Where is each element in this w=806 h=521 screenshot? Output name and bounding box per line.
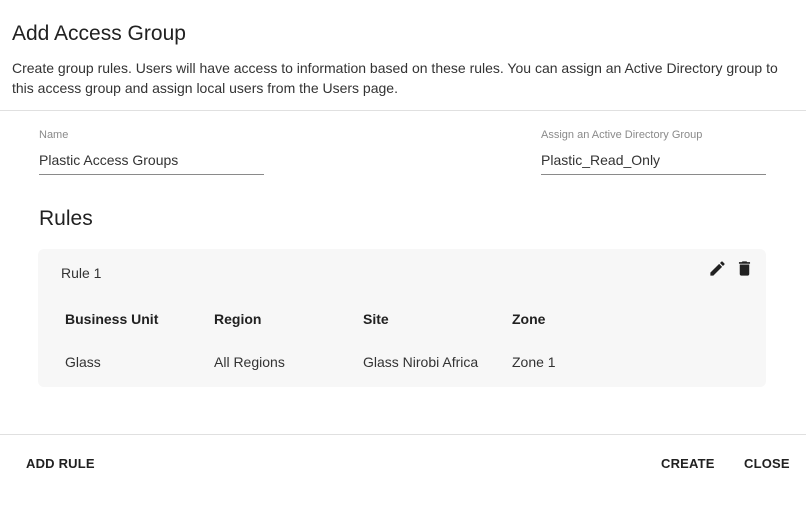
ad-group-field: Assign an Active Directory Group [541,129,766,175]
cell-business-unit: Glass [65,354,101,370]
header-divider [0,110,806,111]
name-label: Name [39,129,69,141]
close-button[interactable]: CLOSE [744,456,790,471]
add-rule-button[interactable]: ADD RULE [26,456,95,471]
ad-group-label: Assign an Active Directory Group [541,129,703,141]
rule-table-header-row: Business Unit Region Site Zone [65,308,661,330]
pencil-icon[interactable] [708,259,727,278]
ad-group-input[interactable] [541,152,766,175]
column-header-business-unit: Business Unit [65,311,159,327]
footer-divider [0,434,806,435]
rule-table: Business Unit Region Site Zone Glass All… [65,308,661,370]
create-button[interactable]: CREATE [661,456,715,471]
rules-heading: Rules [39,207,93,230]
trash-icon[interactable] [735,259,754,278]
name-input[interactable] [39,152,264,175]
rule-title: Rule 1 [61,265,102,281]
dialog-title: Add Access Group [12,22,186,45]
table-row: Glass All Regions Glass Nirobi Africa Zo… [65,330,661,370]
cell-region: All Regions [214,354,285,370]
dialog-description: Create group rules. Users will have acce… [12,60,778,96]
rule-card: Rule 1 Business Unit Region Site Zone Gl… [38,249,766,387]
column-header-region: Region [214,311,262,327]
cell-zone: Zone 1 [512,354,556,370]
name-field: Name [39,129,264,175]
cell-site: Glass Nirobi Africa [363,354,479,370]
column-header-zone: Zone [512,311,546,327]
rule-actions [708,259,754,278]
column-header-site: Site [363,311,389,327]
